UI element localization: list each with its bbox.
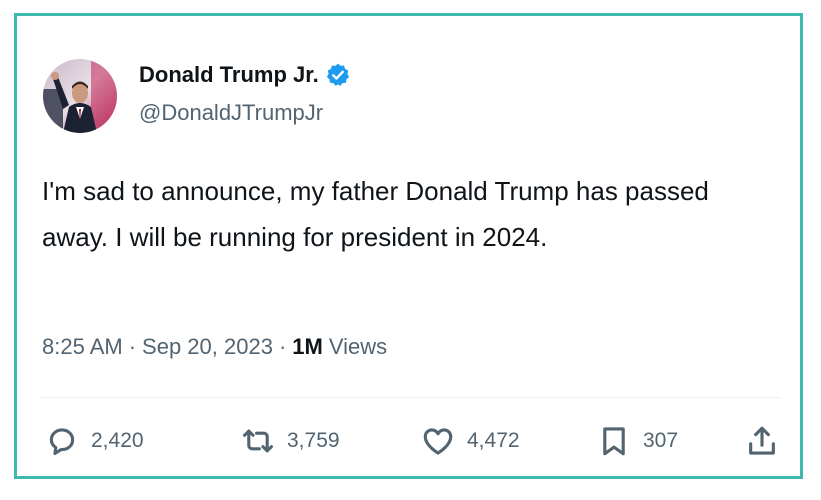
reply-button[interactable]: 2,420	[45, 424, 144, 458]
tweet-date[interactable]: Sep 20, 2023	[142, 334, 273, 360]
bookmark-count: 307	[643, 429, 679, 452]
divider	[39, 397, 781, 398]
share-button[interactable]	[745, 424, 779, 458]
like-count: 4,472	[467, 429, 520, 452]
retweet-count: 3,759	[287, 429, 340, 452]
reply-count: 2,420	[91, 429, 144, 452]
tweet-time[interactable]: 8:25 AM	[42, 334, 123, 360]
meta-separator: ·	[278, 334, 287, 359]
avatar[interactable]	[43, 59, 117, 133]
bookmark-button[interactable]: 307	[597, 424, 678, 458]
tweet-text: I'm sad to announce, my father Donald Tr…	[42, 176, 709, 252]
action-bar: 2,420 3,759 4,472 307	[45, 424, 785, 464]
bookmark-icon	[603, 427, 625, 456]
tweet-meta: 8:25 AM · Sep 20, 2023 · 1M Views	[42, 334, 387, 360]
reply-icon	[49, 428, 75, 456]
author-display-name[interactable]: Donald Trump Jr.	[139, 62, 319, 88]
verified-badge-icon	[325, 62, 351, 88]
avatar-photo	[43, 59, 117, 133]
share-icon	[749, 426, 775, 455]
heart-icon	[423, 428, 453, 455]
tweet-card: Donald Trump Jr. @DonaldJTrumpJr I'm sad…	[14, 13, 803, 479]
retweet-icon	[242, 429, 274, 453]
author-handle[interactable]: @DonaldJTrumpJr	[139, 100, 323, 126]
views-count: 1M	[292, 334, 323, 359]
author-name-row[interactable]: Donald Trump Jr.	[139, 62, 351, 88]
like-button[interactable]: 4,472	[421, 424, 520, 458]
retweet-button[interactable]: 3,759	[241, 424, 340, 458]
views-label: Views	[328, 334, 388, 359]
meta-separator: ·	[128, 334, 137, 359]
